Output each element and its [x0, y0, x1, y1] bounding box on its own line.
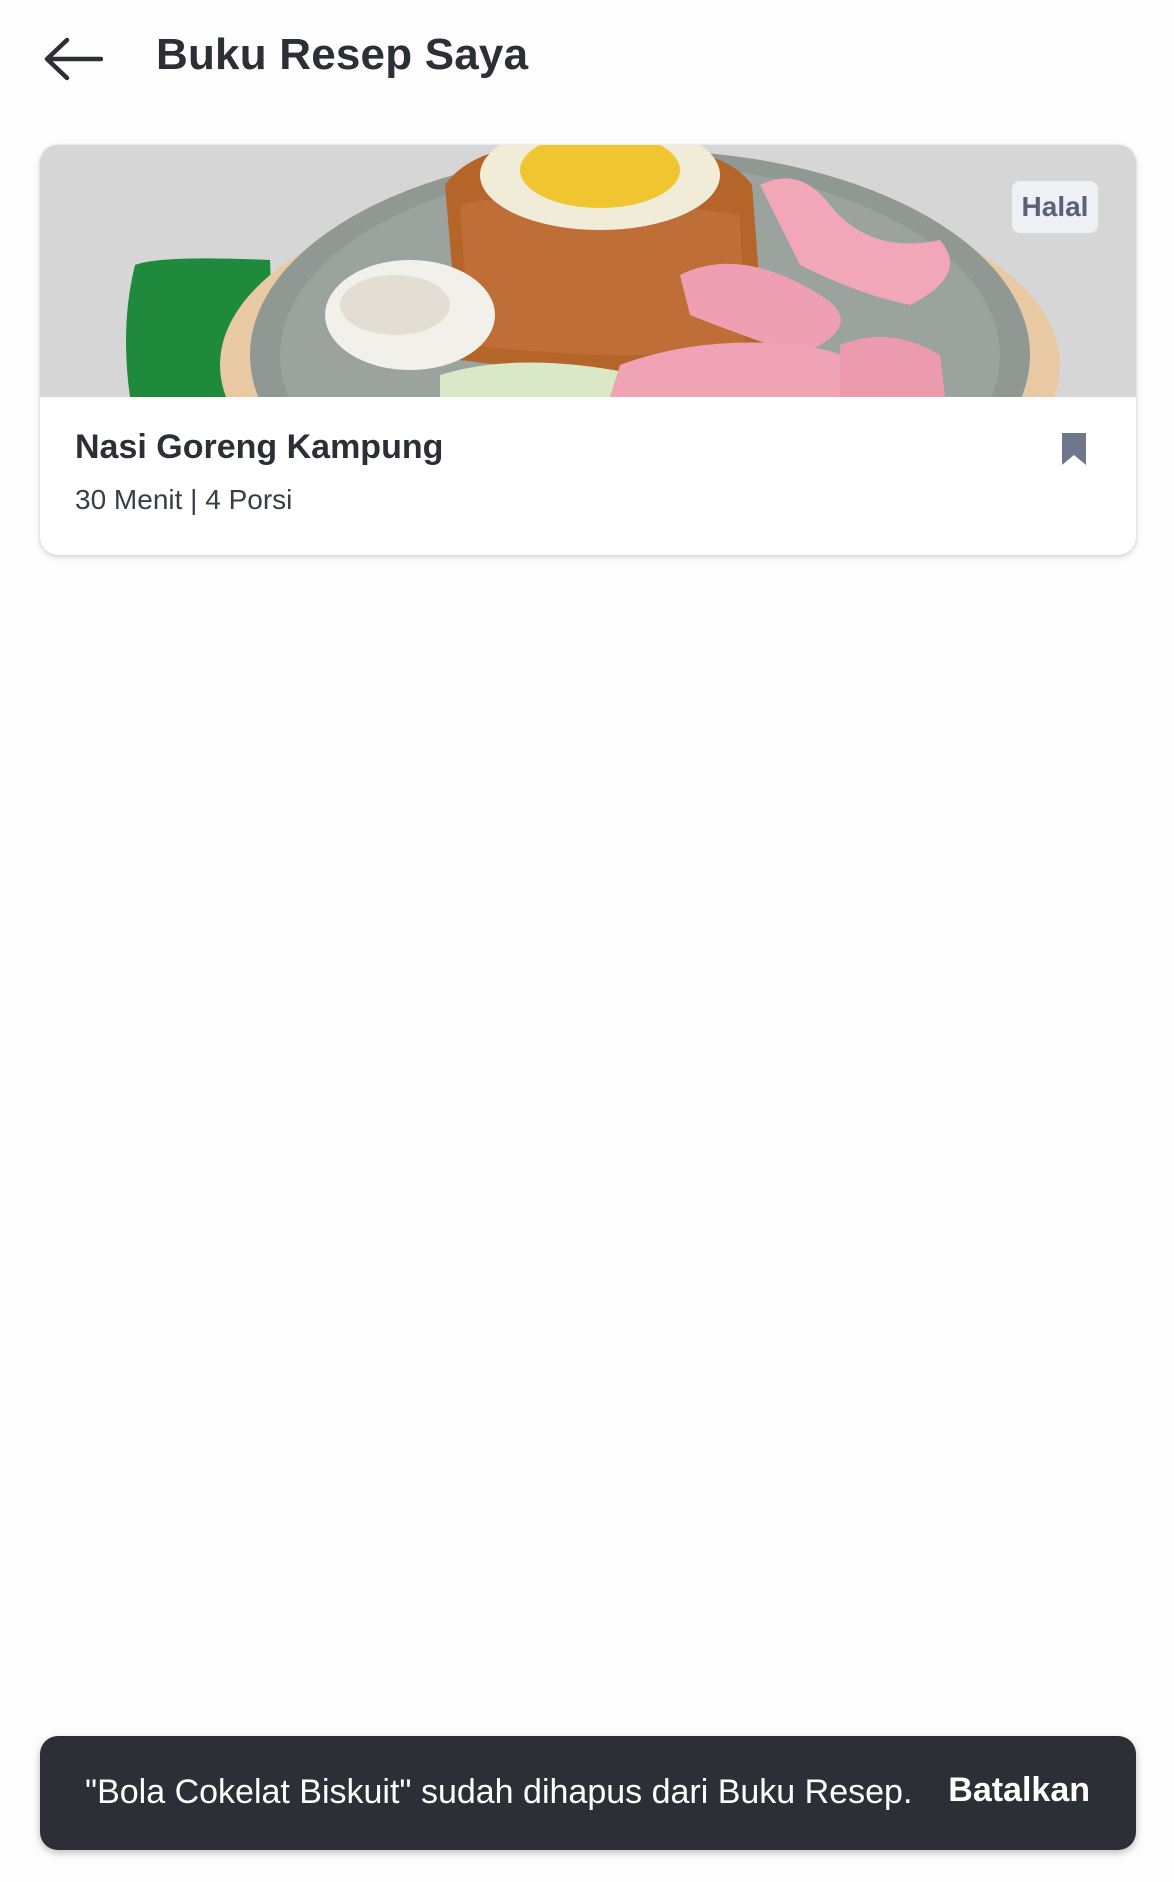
snackbar-message: "Bola Cokelat Biskuit" sudah dihapus dar… [85, 1773, 913, 1811]
recipe-image: Halal [40, 145, 1136, 397]
recipe-card[interactable]: Halal Nasi Goreng Kampung 30 Menit | 4 P… [40, 145, 1136, 555]
back-button[interactable] [38, 28, 108, 90]
arrow-left-icon [44, 37, 103, 81]
halal-badge: Halal [1012, 181, 1098, 233]
recipe-meta: 30 Menit | 4 Porsi [75, 484, 293, 515]
fried-rice-photo [40, 145, 1136, 397]
bookmark-button[interactable] [1048, 423, 1100, 475]
bookmark-icon [1062, 433, 1086, 465]
app-header: Buku Resep Saya [0, 0, 1174, 120]
undo-button[interactable]: Batalkan [948, 1771, 1090, 1810]
page-title: Buku Resep Saya [156, 30, 529, 79]
recipe-title: Nasi Goreng Kampung [75, 428, 444, 466]
snackbar: "Bola Cokelat Biskuit" sudah dihapus dar… [40, 1736, 1136, 1850]
